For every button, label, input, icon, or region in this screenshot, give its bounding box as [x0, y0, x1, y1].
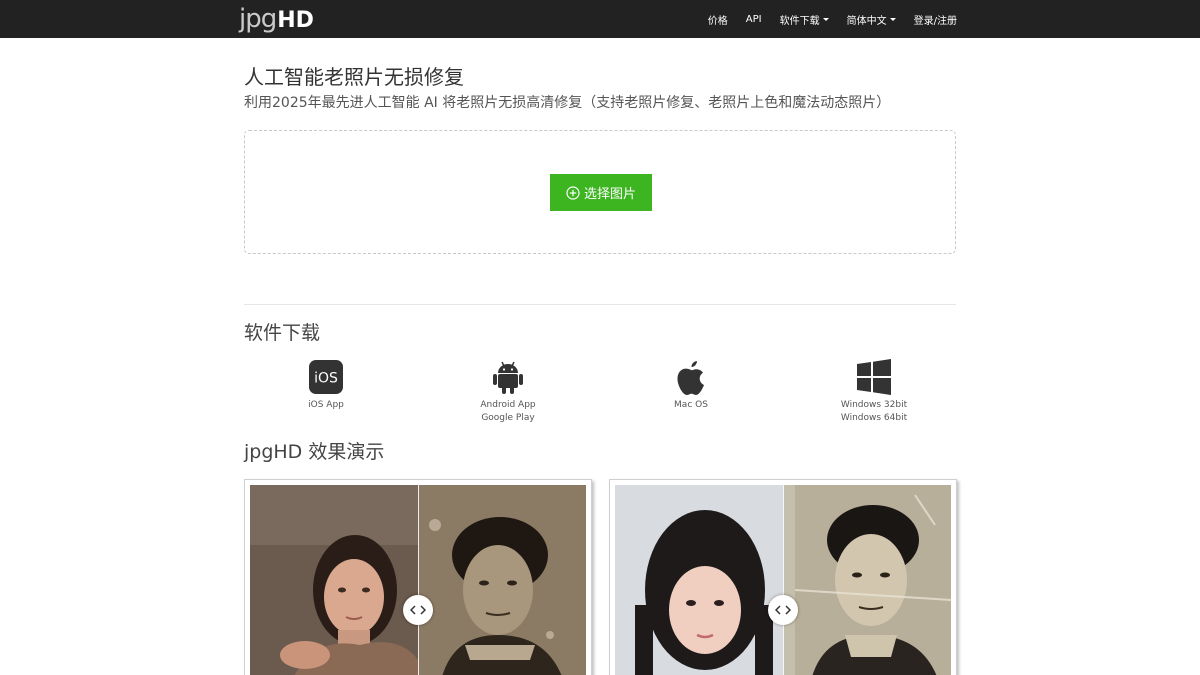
caret-down-icon	[822, 17, 829, 21]
download-line: Google Play	[481, 413, 535, 423]
section-divider	[244, 304, 956, 305]
download-android[interactable]: Android App Google Play	[448, 358, 568, 425]
compare-divider	[783, 485, 784, 675]
download-ios-label: iOS App	[266, 399, 386, 412]
windows-icon-wrap	[814, 358, 934, 396]
compare-slider-handle[interactable]	[403, 595, 433, 625]
page-title: 人工智能老照片无损修复	[244, 65, 464, 89]
nav-menu: 价格 API 软件下载 简体中文 登录/注册	[690, 0, 957, 38]
compare-slider-handle[interactable]	[768, 595, 798, 625]
download-line: Windows 32bit	[840, 400, 908, 410]
download-line: Windows 64bit	[840, 413, 908, 423]
upload-drop-zone[interactable]: 选择图片	[244, 130, 956, 254]
demo-image-1	[250, 485, 586, 675]
android-icon-wrap	[448, 358, 568, 396]
brand-logo[interactable]: jpg HD	[239, 2, 314, 36]
nav-item-label: API	[745, 13, 762, 25]
ios-icon-text: iOS	[314, 371, 338, 387]
windows-icon	[857, 359, 891, 395]
select-image-label: 选择图片	[583, 187, 636, 202]
top-navbar: jpg HD 价格 API 软件下载 简体中文 登录/注册	[0, 0, 1200, 38]
nav-item-label: 软件下载	[779, 15, 820, 27]
ios-icon: iOS	[309, 360, 343, 394]
plus-circle-icon	[566, 185, 580, 200]
nav-item-login[interactable]: 登录/注册	[914, 12, 957, 27]
download-mac[interactable]: Mac OS	[631, 358, 751, 412]
page-subtitle: 利用2025年最先进人工智能 AI 将老照片无损高清修复（支持老照片修复、老照片…	[244, 95, 891, 111]
android-icon	[493, 361, 523, 394]
compare-divider	[418, 485, 419, 675]
demo-card-2[interactable]	[609, 479, 957, 675]
brand-bold-text: HD	[277, 8, 314, 33]
nav-item-label: 价格	[707, 15, 728, 27]
nav-item-label: 简体中文	[846, 15, 887, 27]
download-line: Android App	[480, 400, 536, 410]
demo-card-1[interactable]	[244, 479, 592, 675]
downloads-heading: 软件下载	[244, 322, 321, 344]
demo-image-2	[615, 485, 951, 675]
nav-item-pricing[interactable]: 价格	[708, 12, 728, 27]
nav-item-label: 登录/注册	[913, 15, 957, 27]
download-ios[interactable]: iOS iOS App	[266, 358, 386, 412]
demo-heading: jpgHD 效果演示	[244, 441, 385, 463]
download-windows[interactable]: Windows 32bit Windows 64bit	[814, 358, 934, 425]
brand-light-text: jpg	[239, 4, 277, 34]
download-mac-label: Mac OS	[631, 399, 751, 412]
nav-item-downloads[interactable]: 软件下载	[780, 12, 829, 27]
nav-item-api[interactable]: API	[746, 14, 762, 25]
caret-down-icon	[889, 17, 896, 21]
download-line: iOS App	[308, 400, 344, 410]
apple-icon	[677, 361, 704, 395]
download-line: Mac OS	[674, 400, 708, 410]
chevrons-left-right-icon	[775, 605, 791, 615]
apple-icon-wrap	[631, 358, 751, 396]
ios-icon-wrap: iOS	[266, 358, 386, 396]
download-windows-label: Windows 32bit Windows 64bit	[814, 399, 934, 425]
nav-item-language[interactable]: 简体中文	[847, 12, 896, 27]
select-image-button[interactable]: 选择图片	[550, 174, 652, 211]
chevrons-left-right-icon	[410, 605, 426, 615]
download-android-label: Android App Google Play	[448, 399, 568, 425]
